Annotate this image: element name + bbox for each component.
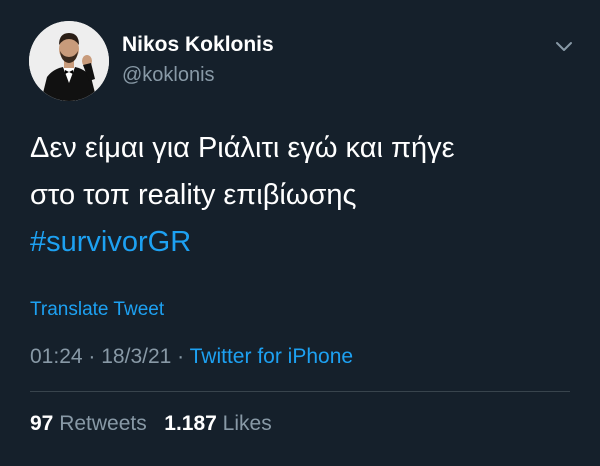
retweets-label: Retweets	[59, 412, 147, 435]
tweet-source-link[interactable]: Twitter for iPhone	[190, 345, 353, 368]
author-display-name[interactable]: Nikos Koklonis	[122, 33, 274, 57]
tweet-text-line: Δεν είμαι για Ριάλιτι εγώ και πήγε	[30, 132, 455, 164]
meta-separator: ·	[177, 345, 185, 368]
tweet-stats: 97 Retweets 1.187 Likes	[30, 412, 272, 436]
tweet-text: Δεν είμαι για Ριάλιτι εγώ και πήγε στο τ…	[30, 125, 575, 266]
hashtag-link[interactable]: #survivorGR	[30, 219, 575, 266]
tweet-date: 18/3/21	[101, 345, 172, 368]
retweets-stat[interactable]: 97 Retweets	[30, 412, 153, 435]
avatar-photo	[29, 21, 109, 101]
likes-label: Likes	[222, 412, 272, 435]
translate-tweet-link[interactable]: Translate Tweet	[30, 299, 164, 321]
avatar[interactable]	[29, 21, 109, 101]
author-handle[interactable]: @koklonis	[122, 64, 215, 87]
retweets-count: 97	[30, 412, 54, 435]
divider	[30, 391, 570, 392]
meta-separator: ·	[88, 345, 96, 368]
tweet-text-line: στο τοπ reality επιβίωσης	[30, 179, 357, 211]
tweet-meta: 01:24 · 18/3/21 · Twitter for iPhone	[30, 345, 353, 369]
chevron-down-icon[interactable]	[553, 35, 575, 57]
tweet-time: 01:24	[30, 345, 83, 368]
likes-stat[interactable]: 1.187 Likes	[164, 412, 271, 435]
likes-count: 1.187	[164, 412, 217, 435]
